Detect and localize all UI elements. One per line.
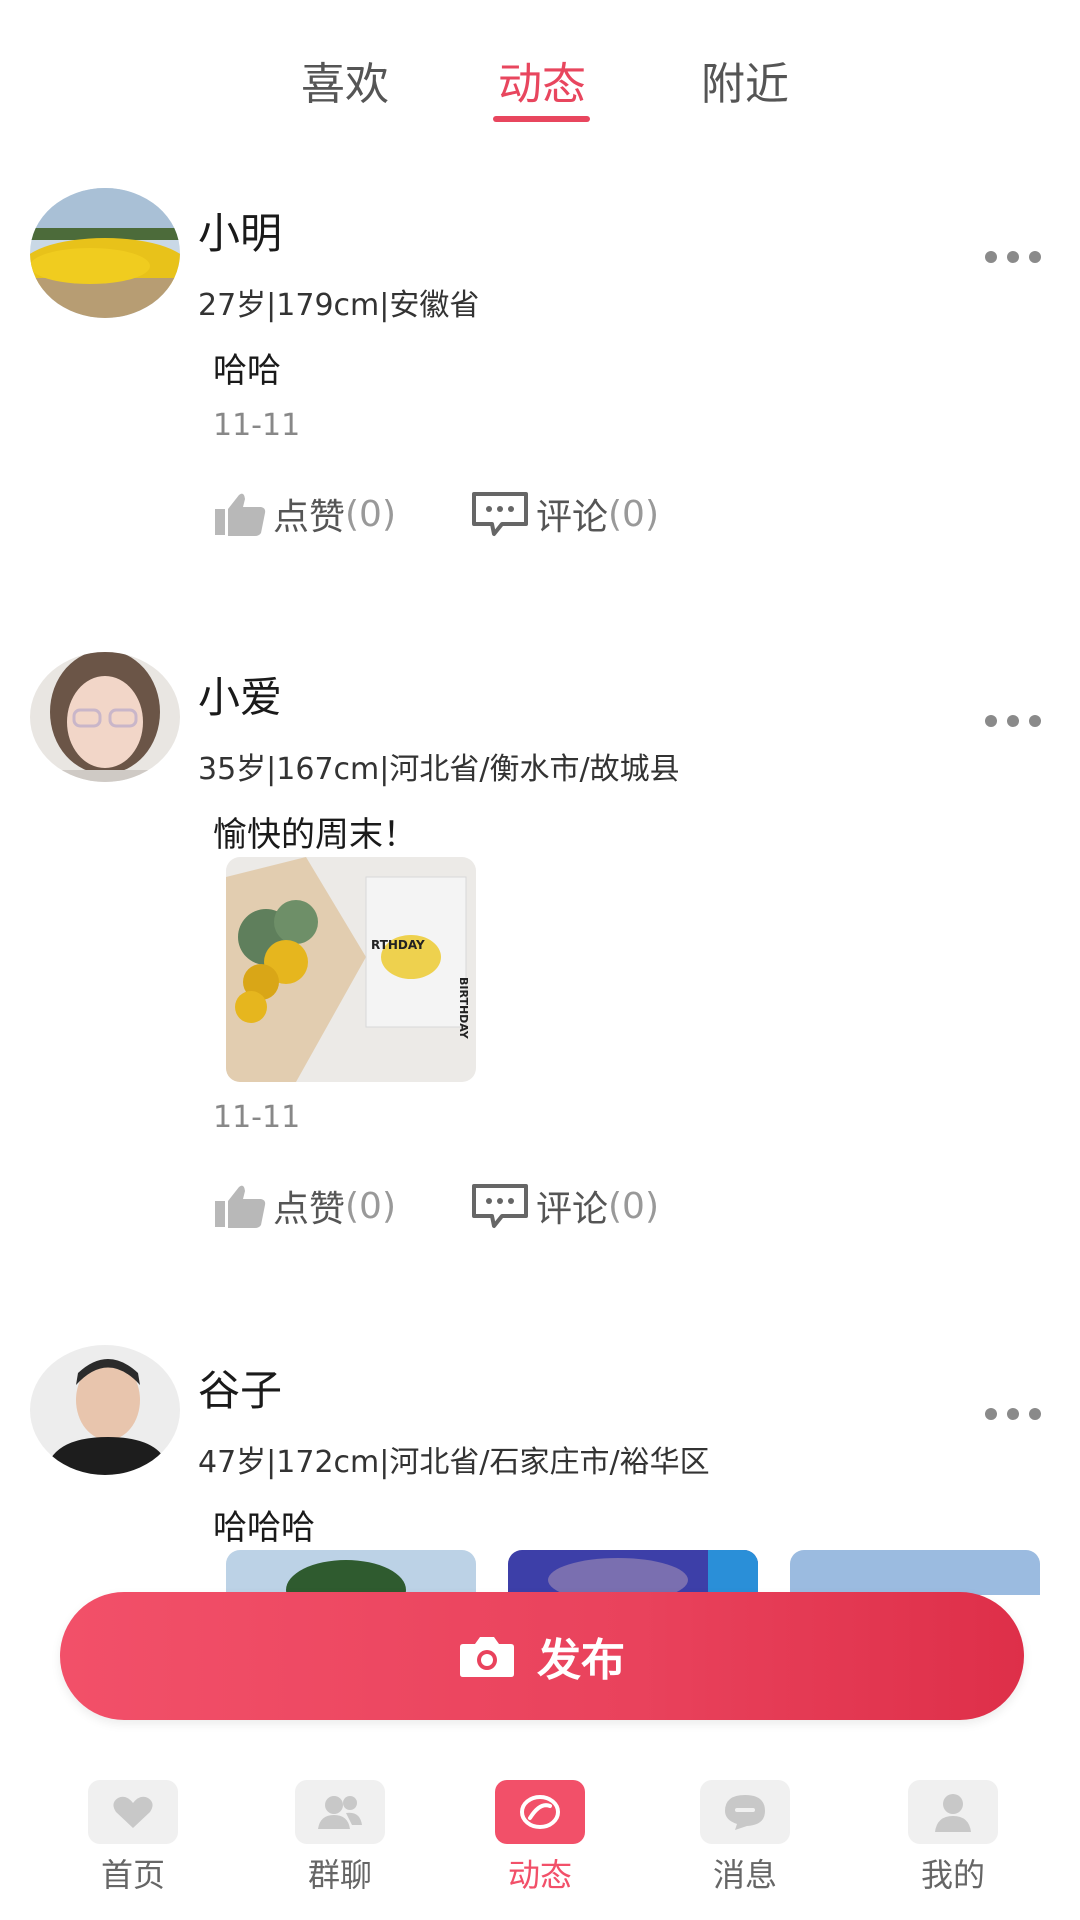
feed-icon <box>495 1780 585 1844</box>
publish-button[interactable]: 发布 <box>60 1592 1024 1720</box>
comment-button[interactable]: 评论 (0) <box>470 488 659 540</box>
post-date: 11-11 <box>213 1100 301 1135</box>
avatar[interactable] <box>30 1345 180 1475</box>
post-photo[interactable]: RTHDAY BIRTHDAY <box>226 857 476 1082</box>
nav-messages[interactable]: 消息 <box>675 1780 815 1896</box>
comment-icon <box>472 1184 528 1228</box>
post-photo[interactable] <box>790 1550 1040 1595</box>
tab-likes[interactable]: 喜欢 <box>275 48 415 112</box>
feed-post: 小明 27岁|179cm|安徽省 哈哈 11-11 点赞 (0) 评论 (0) <box>0 188 1080 568</box>
comment-icon <box>472 492 528 536</box>
post-photo[interactable] <box>226 1550 476 1595</box>
comment-label: 评论 <box>536 1189 609 1230</box>
avatar[interactable] <box>30 188 180 318</box>
comment-label: 评论 <box>536 497 609 538</box>
like-button[interactable]: 点赞 (0) <box>213 1180 396 1232</box>
user-name: 小爱 <box>198 673 283 722</box>
tab-feed[interactable]: 动态 <box>472 48 612 112</box>
svg-text:RTHDAY: RTHDAY <box>371 938 425 952</box>
avatar[interactable] <box>30 652 180 782</box>
nav-label: 动态 <box>507 1856 572 1894</box>
nav-home[interactable]: 首页 <box>63 1780 203 1896</box>
svg-text:BIRTHDAY: BIRTHDAY <box>457 977 470 1040</box>
like-count: (0) <box>345 493 397 535</box>
post-text: 哈哈 <box>213 351 281 391</box>
nav-feed[interactable]: 动态 <box>470 1780 610 1896</box>
message-icon <box>700 1780 790 1844</box>
like-label: 点赞 <box>273 497 346 538</box>
user-info: 27岁|179cm|安徽省 <box>198 288 480 323</box>
nav-profile[interactable]: 我的 <box>883 1780 1023 1896</box>
post-text: 愉快的周末！ <box>213 815 417 855</box>
comment-button[interactable]: 评论 (0) <box>470 1180 659 1232</box>
nav-label: 群聊 <box>307 1856 372 1894</box>
nav-group-chat[interactable]: 群聊 <box>270 1780 410 1896</box>
bottom-navigation: 首页 群聊 动态 消息 我的 <box>0 1770 1080 1920</box>
active-tab-indicator <box>493 116 590 122</box>
nav-label: 消息 <box>712 1856 777 1894</box>
heart-icon <box>88 1780 178 1844</box>
like-button[interactable]: 点赞 (0) <box>213 488 396 540</box>
like-label: 点赞 <box>273 1189 346 1230</box>
more-options-icon[interactable] <box>985 712 1055 727</box>
feed-post: 谷子 47岁|172cm|河北省/石家庄市/裕华区 哈哈哈 <box>0 1345 1080 1595</box>
post-date: 11-11 <box>213 408 301 443</box>
camera-icon <box>460 1637 514 1677</box>
post-text: 哈哈哈 <box>213 1508 315 1548</box>
comment-count: (0) <box>608 493 660 535</box>
post-photo[interactable] <box>508 1550 758 1595</box>
nav-label: 首页 <box>100 1856 165 1894</box>
publish-label: 发布 <box>537 1635 625 1686</box>
thumbs-up-icon <box>215 493 266 536</box>
more-options-icon[interactable] <box>985 1405 1055 1420</box>
group-icon <box>295 1780 385 1844</box>
comment-count: (0) <box>608 1185 660 1227</box>
nav-label: 我的 <box>920 1856 985 1894</box>
tab-nearby[interactable]: 附近 <box>675 48 815 112</box>
thumbs-up-icon <box>215 1185 266 1228</box>
like-count: (0) <box>345 1185 397 1227</box>
profile-icon <box>908 1780 998 1844</box>
user-name: 小明 <box>198 209 283 258</box>
feed-post: 小爱 35岁|167cm|河北省/衡水市/故城县 愉快的周末！ RTHDAY B… <box>0 652 1080 1252</box>
user-info: 47岁|172cm|河北省/石家庄市/裕华区 <box>198 1445 710 1480</box>
more-options-icon[interactable] <box>985 248 1055 263</box>
user-info: 35岁|167cm|河北省/衡水市/故城县 <box>198 752 680 787</box>
user-name: 谷子 <box>198 1366 283 1415</box>
top-tab-bar: 喜欢 动态 附近 <box>0 0 1080 130</box>
